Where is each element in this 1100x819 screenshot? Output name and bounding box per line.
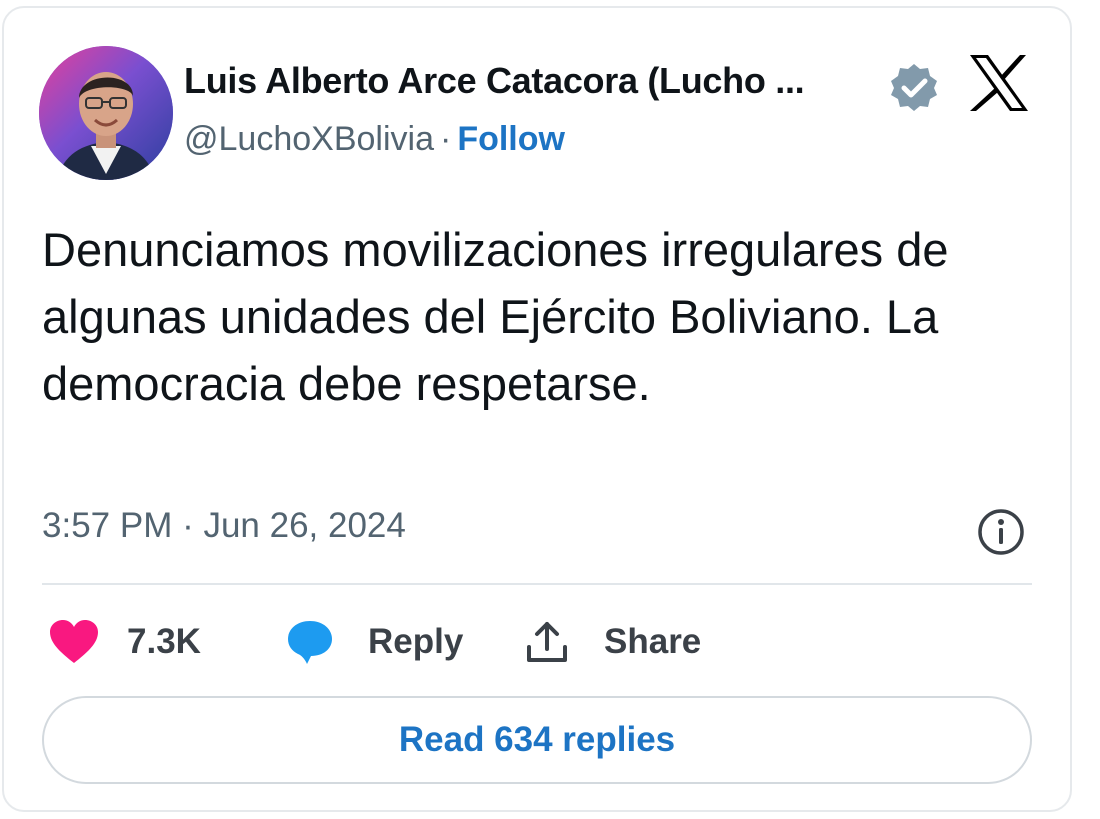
follow-link[interactable]: Follow bbox=[457, 120, 565, 158]
author-name[interactable]: Luis Alberto Arce Catacora (Lucho ... bbox=[184, 60, 805, 102]
handle-row: @LuchoXBolivia · Follow bbox=[184, 120, 565, 159]
heart-icon bbox=[50, 620, 98, 663]
tweet-card: Luis Alberto Arce Catacora (Lucho ... @L… bbox=[2, 6, 1072, 812]
verified-badge-icon bbox=[891, 64, 937, 111]
tweet-timestamp[interactable]: 3:57 PM · Jun 26, 2024 bbox=[42, 506, 406, 546]
author-avatar[interactable] bbox=[39, 46, 173, 180]
divider bbox=[42, 583, 1032, 585]
speech-bubble-icon bbox=[288, 621, 332, 664]
like-button[interactable]: 7.3K bbox=[48, 614, 201, 670]
share-button[interactable]: Share bbox=[524, 614, 701, 670]
like-count: 7.3K bbox=[127, 622, 201, 661]
separator-dot: · bbox=[440, 120, 452, 158]
author-handle[interactable]: @LuchoXBolivia bbox=[184, 120, 434, 158]
share-upload-icon bbox=[527, 622, 567, 662]
share-label: Share bbox=[604, 622, 702, 661]
reply-button[interactable]: Reply bbox=[286, 614, 463, 670]
read-replies-button[interactable]: Read 634 replies bbox=[42, 696, 1032, 784]
profile-photo-image bbox=[39, 46, 173, 180]
read-replies-label: Read 634 replies bbox=[398, 720, 676, 759]
info-icon[interactable] bbox=[975, 506, 1027, 558]
x-logo-icon[interactable] bbox=[966, 52, 1032, 114]
reply-label: Reply bbox=[368, 622, 464, 661]
tweet-text: Denunciamos movilizaciones irregulares d… bbox=[42, 223, 949, 410]
